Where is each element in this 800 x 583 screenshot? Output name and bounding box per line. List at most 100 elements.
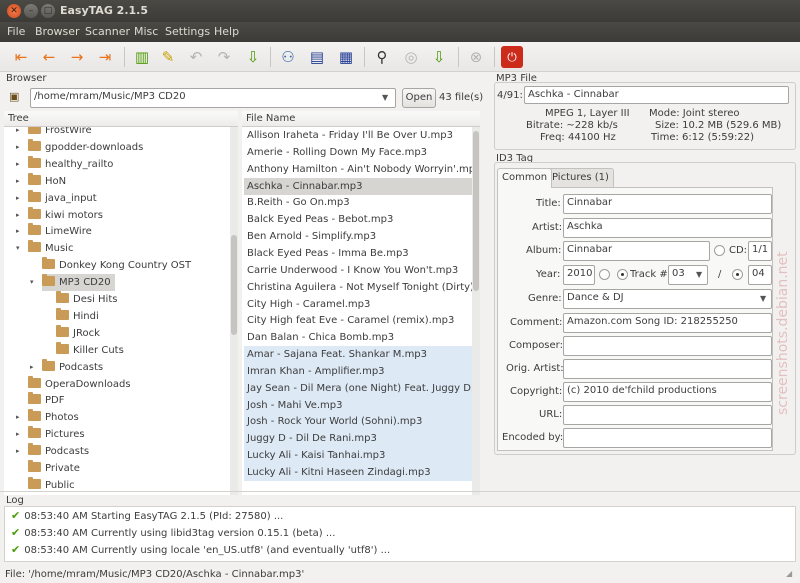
tree-scrollbar[interactable] [230, 127, 238, 495]
file-row[interactable]: Josh - Mahi Ve.mp3 [244, 396, 472, 414]
tree-item[interactable]: healthy_railto [28, 155, 113, 173]
artist-field[interactable]: Aschka [563, 218, 772, 238]
file-row[interactable]: Aschka - Cinnabar.mp3 [244, 177, 472, 195]
last-file-icon[interactable]: ⇥ [94, 46, 116, 68]
track-total-radio[interactable] [732, 269, 743, 280]
copyright-field[interactable]: (c) 2010 de'fchild productions [563, 382, 772, 402]
genre-combobox[interactable]: Dance & DJ [563, 289, 772, 309]
track-number-radio[interactable] [617, 269, 628, 280]
tree-item[interactable]: Podcasts [28, 443, 89, 460]
year-field[interactable]: 2010 [563, 265, 595, 285]
tree-item[interactable]: Private [28, 460, 80, 477]
url-field[interactable] [563, 405, 772, 425]
tree-expander-icon[interactable]: ▸ [16, 127, 20, 139]
chevron-down-icon[interactable]: ▼ [382, 93, 388, 102]
go-to-directory-icon[interactable]: ▣ [9, 90, 27, 104]
quit-icon[interactable]: ⏻ [501, 46, 523, 68]
file-row[interactable]: Dan Balan - Chica Bomb.mp3 [244, 329, 472, 346]
tree-expander-icon[interactable]: ▸ [16, 190, 20, 207]
pane-divider[interactable] [0, 491, 800, 492]
path-combobox[interactable]: /home/mram/Music/MP3 CD20 [30, 88, 396, 108]
menu-scanner[interactable]: Scanner [85, 25, 130, 38]
tree-expander-icon[interactable]: ▾ [30, 274, 34, 291]
file-row[interactable]: Carrie Underwood - I Know You Won't.mp3 [244, 262, 472, 279]
tree-item[interactable]: Music [28, 240, 73, 257]
menu-browser[interactable]: Browser [35, 25, 80, 38]
tree-item[interactable]: kiwi motors [28, 206, 103, 224]
first-file-icon[interactable]: ⇤ [10, 46, 32, 68]
tree-item[interactable]: gpodder-downloads [28, 138, 143, 156]
chevron-down-icon[interactable]: ▼ [760, 294, 766, 303]
file-row[interactable]: Christina Aguilera - Not Myself Tonight … [244, 279, 472, 296]
view-list-icon[interactable]: ▤ [306, 46, 328, 68]
open-button[interactable]: Open [402, 88, 436, 108]
menu-misc[interactable]: Misc [134, 25, 158, 38]
window-maximize-button[interactable]: □ [41, 4, 55, 18]
previous-file-icon[interactable]: ← [38, 46, 60, 68]
next-file-icon[interactable]: → [66, 46, 88, 68]
file-row[interactable]: Amar - Sajana Feat. Shankar M.mp3 [244, 346, 472, 364]
tree-item[interactable]: FrostWire [28, 127, 92, 139]
cddb-icon[interactable]: ◎ [400, 46, 422, 68]
tree-item[interactable]: Pictures [28, 426, 85, 443]
tree-item[interactable]: LimeWire [28, 223, 92, 240]
tree-item[interactable]: Killer Cuts [56, 341, 124, 359]
menu-settings[interactable]: Settings [165, 25, 210, 38]
scroll-thumb[interactable] [231, 235, 237, 335]
file-row[interactable]: Josh - Rock Your World (Sohni).mp3 [244, 413, 472, 431]
write-playlist-icon[interactable]: ⇩ [428, 46, 450, 68]
tree-item[interactable]: HoN [28, 172, 66, 190]
clear-icon[interactable]: ✎ [157, 46, 179, 68]
tree-item[interactable]: Photos [28, 409, 79, 426]
file-row[interactable]: City High - Caramel.mp3 [244, 296, 472, 313]
tree-expander-icon[interactable]: ▸ [16, 426, 20, 443]
tree-expander-icon[interactable]: ▾ [16, 240, 20, 257]
tree-column-header[interactable]: Tree [4, 111, 238, 127]
tree-item[interactable]: Hindi [56, 307, 99, 325]
comment-field[interactable]: Amazon.com Song ID: 218255250 [563, 313, 772, 333]
file-row[interactable]: City High feat Eve - Caramel (remix).mp3 [244, 312, 472, 329]
file-row[interactable]: Ben Arnold - Simplify.mp3 [244, 228, 472, 245]
menu-file[interactable]: File [7, 25, 25, 38]
view-artist-album-icon[interactable]: ▦ [335, 46, 357, 68]
tree-expander-icon[interactable]: ▸ [16, 156, 20, 173]
tree-browse-icon[interactable]: ⚇ [277, 46, 299, 68]
tree-item[interactable]: java_input [28, 189, 97, 207]
tab-common[interactable]: Common [497, 168, 553, 188]
year-apply-radio[interactable] [599, 269, 610, 280]
file-row[interactable]: B.Reith - Go On.mp3 [244, 194, 472, 211]
tree-item[interactable]: MP3 CD20 [42, 274, 115, 292]
scroll-thumb[interactable] [473, 131, 479, 291]
search-icon[interactable]: ⚲ [371, 46, 393, 68]
stop-icon[interactable]: ⊗ [465, 46, 487, 68]
file-row[interactable]: Lucky Ali - Kaisi Tanhai.mp3 [244, 447, 472, 465]
filename-column-header[interactable]: File Name [242, 111, 480, 127]
tab-pictures[interactable]: Pictures (1) [547, 168, 614, 188]
encoded-by-field[interactable] [563, 428, 772, 448]
title-field[interactable]: Cinnabar [563, 194, 772, 214]
tree-expander-icon[interactable]: ▸ [16, 443, 20, 460]
window-close-button[interactable]: ✕ [7, 4, 21, 18]
file-row[interactable]: Allison Iraheta - Friday I'll Be Over U.… [244, 127, 472, 144]
menu-help[interactable]: Help [214, 25, 239, 38]
resize-grip-icon[interactable]: ◢ [786, 569, 792, 578]
file-scrollbar[interactable] [472, 127, 480, 495]
cd-field[interactable]: 1/1 [748, 241, 772, 261]
file-row[interactable]: Lucky Ali - Kitni Haseen Zindagi.mp3 [244, 464, 472, 481]
tree-item[interactable]: Desi Hits [56, 291, 117, 308]
file-row[interactable]: Balck Eyed Peas - Bebot.mp3 [244, 211, 472, 228]
tree-item[interactable]: Donkey Kong Country OST [42, 257, 191, 274]
chevron-down-icon[interactable]: ▼ [696, 270, 702, 279]
tree-expander-icon[interactable]: ▸ [16, 173, 20, 190]
file-row[interactable]: Anthony Hamilton - Ain't Nobody Worryin'… [244, 161, 472, 178]
tree-expander-icon[interactable]: ▸ [16, 207, 20, 224]
tree-item[interactable]: PDF [28, 392, 64, 409]
redo-icon[interactable]: ↷ [213, 46, 235, 68]
album-apply-radio[interactable] [714, 245, 725, 256]
orig-artist-field[interactable] [563, 359, 772, 379]
tree-expander-icon[interactable]: ▸ [30, 359, 34, 376]
composer-field[interactable] [563, 336, 772, 356]
select-all-icon[interactable]: ▥ [131, 46, 153, 68]
file-row[interactable]: Juggy D - Dil De Rani.mp3 [244, 430, 472, 448]
tree-expander-icon[interactable]: ▸ [16, 139, 20, 156]
